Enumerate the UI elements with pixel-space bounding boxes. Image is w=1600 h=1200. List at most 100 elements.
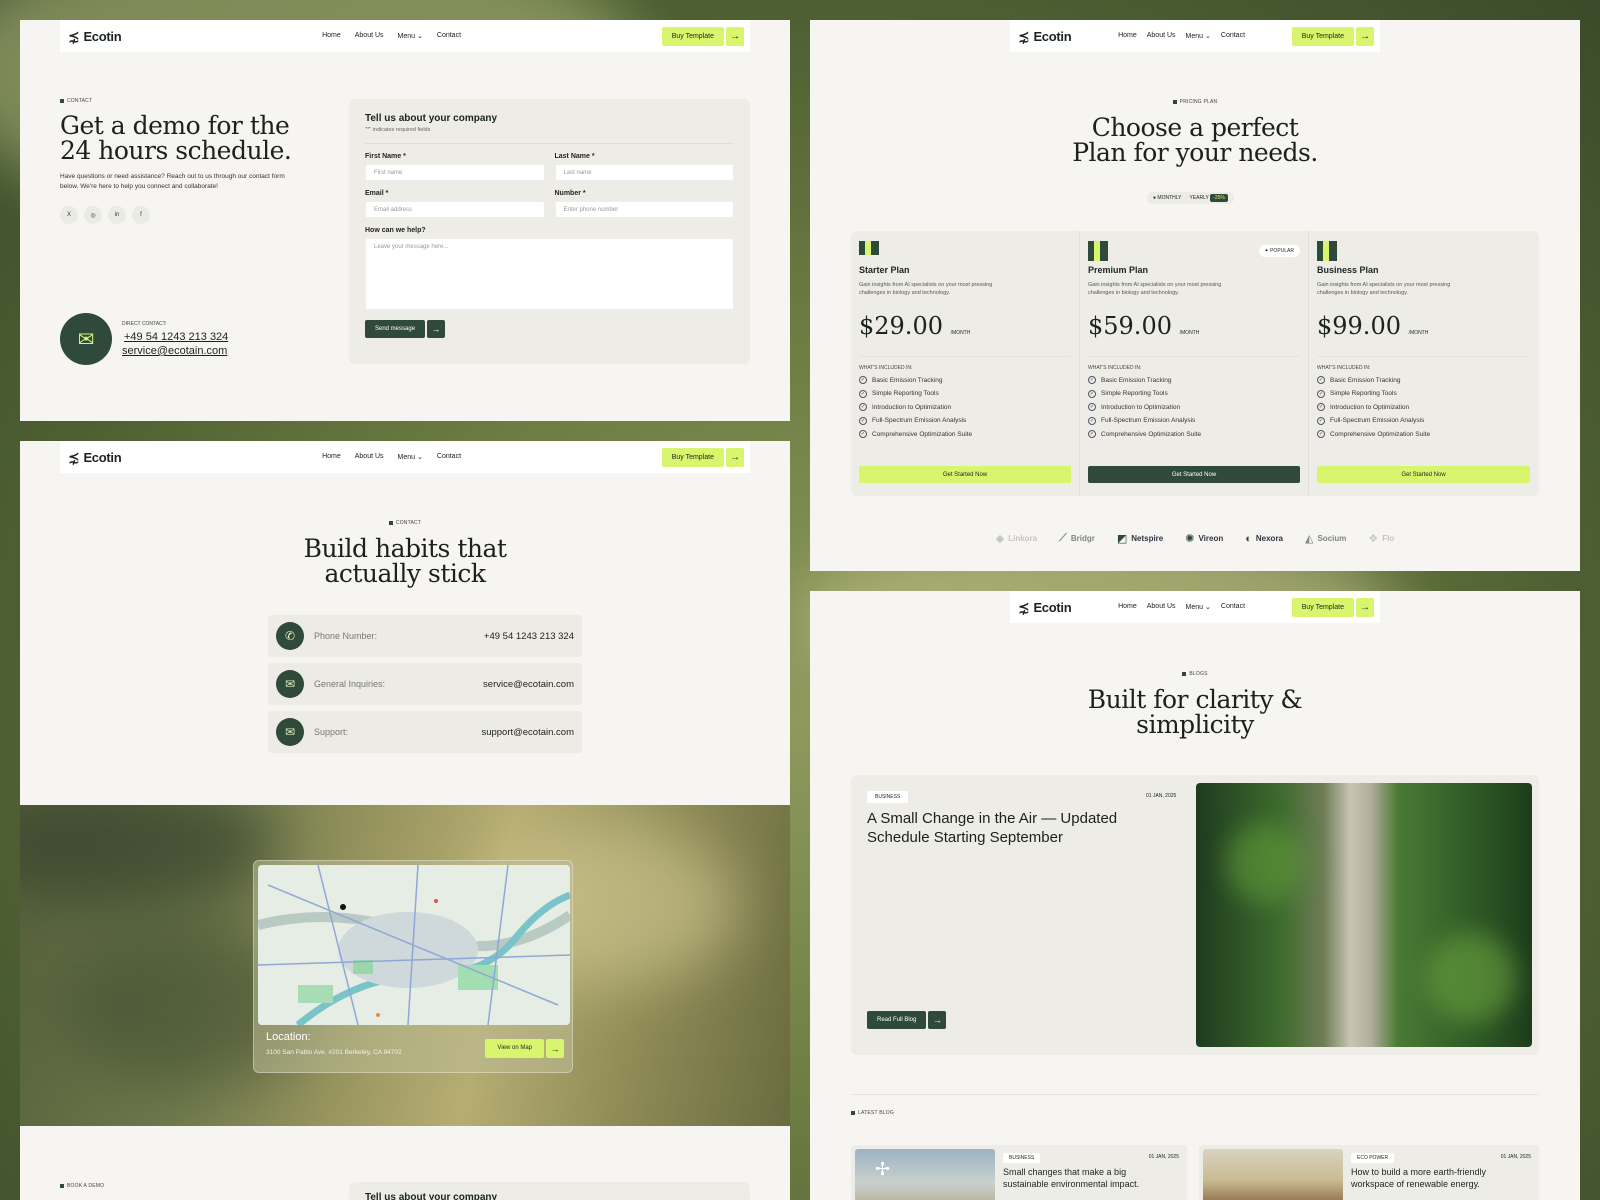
toggle-monthly[interactable]: ● MONTHLY [1153,195,1182,201]
get-started-button[interactable]: Get Started Now [1317,466,1530,483]
phone-value[interactable]: +49 54 1243 213 324 [484,631,574,642]
blog-card[interactable]: ECO POWER 01 JAN, 2025 How to build a mo… [1199,1145,1539,1200]
nav-home[interactable]: Home [1118,32,1137,40]
nav-home[interactable]: Home [322,32,341,40]
message-textarea[interactable]: Leave your message here... [365,238,734,310]
map-view[interactable] [258,865,570,1025]
buy-template-button[interactable]: Buy Template [661,26,724,46]
plan-price: $99.00 /MONTH [1317,312,1530,340]
feature-item: ✓ Basic Emission Tracking [859,376,1071,384]
logo[interactable]: ⋨ Ecotin [68,449,122,466]
nav-menu[interactable]: Menu ⌄ [1186,32,1211,40]
toggle-yearly[interactable]: YEARLY -25% [1190,194,1228,202]
last-name-field[interactable]: Last name [554,164,734,181]
direct-phone[interactable]: +49 54 1243 213 324 [124,331,228,343]
section-title-line2: Plan for your needs. [1072,138,1318,167]
facebook-icon[interactable]: f [132,206,150,224]
buy-template[interactable]: Buy Template → [661,26,744,46]
nav-home[interactable]: Home [322,453,341,461]
arrow-right-icon[interactable]: → [1356,597,1374,617]
popular-label: POPULAR [1270,248,1294,254]
number-group: Number * Enter phone number [554,190,734,218]
nav-about[interactable]: About Us [355,453,384,461]
blog-card[interactable]: ✢ BUSINESS 01 JAN, 2025 Small changes th… [851,1145,1187,1200]
read-full-blog-button[interactable]: Read Full Blog [867,1011,927,1029]
arrow-right-icon[interactable]: → [546,1039,564,1058]
buy-template-button[interactable]: Buy Template [1291,26,1354,46]
featured-title[interactable]: A Small Change in the Air — Updated Sche… [867,810,1137,848]
nav-contact[interactable]: Contact [437,453,461,461]
nav-menu[interactable]: Menu ⌄ [398,32,423,40]
arrow-right-icon[interactable]: → [928,1011,947,1029]
instagram-icon[interactable]: ◎ [84,206,102,224]
first-name-label: First Name * [365,153,406,160]
demo-panel: ⋨ Ecotin Home About Us Menu ⌄ Contact Buy… [20,20,790,421]
bottom-form-title: Tell us about your company [365,1192,498,1200]
blog-card-title[interactable]: How to build a more earth-friendly works… [1351,1167,1531,1190]
direct-email[interactable]: service@ecotain.com [122,345,228,357]
logo[interactable]: ⋨ Ecotin [68,28,122,45]
brand-icon: ✺ [1185,533,1195,545]
blog-card-title[interactable]: Small changes that make a big sustainabl… [1003,1167,1173,1190]
first-name-field[interactable]: First name [365,164,545,181]
nav-about[interactable]: About Us [1147,32,1176,40]
nav-contact[interactable]: Contact [1221,603,1245,611]
mail-icon: ✉ [276,670,304,698]
bottom-form-card: Tell us about your company [349,1182,750,1200]
billing-toggle[interactable]: ● MONTHLY YEARLY -25% [1147,192,1234,204]
arrow-right-icon[interactable]: → [726,447,744,467]
logo[interactable]: ⋨ Ecotin [1018,599,1072,616]
chevron-down-icon: ⌄ [417,33,423,40]
nav-menu-label: Menu [397,454,416,461]
buy-template-button[interactable]: Buy Template [661,447,724,467]
nav-about[interactable]: About Us [1147,603,1176,611]
buy-template-button[interactable]: Buy Template [1291,597,1354,617]
get-started-button[interactable]: Get Started Now [859,466,1071,483]
nav-menu[interactable]: Menu ⌄ [1186,603,1211,611]
top-nav: ⋨ Ecotin Home About Us Menu ⌄ Contact Buy… [60,20,750,52]
brand-icon: ⟋ [1059,532,1067,544]
buy-template[interactable]: Buy Template → [661,447,744,467]
arrow-right-icon[interactable]: → [1356,26,1374,46]
direct-contact: ✉ DIRECT CONTACT: +49 54 1243 213 324 se… [60,313,228,365]
arrow-right-icon[interactable]: → [726,26,744,46]
phone-label: Phone Number: [314,631,378,641]
chevron-down-icon: ⌄ [1205,33,1211,40]
nav-links: Home About Us Menu ⌄ Contact [1071,603,1291,611]
logo-text: Ecotin [1033,599,1072,615]
brand-logo: ✺ Vireon [1185,532,1223,545]
view-map-button[interactable]: View on Map [485,1039,544,1058]
plan-price: $29.00 /MONTH [859,312,1071,340]
top-nav: ⋨ Ecotin Home About Us Menu ⌄ Contact Buy… [1010,591,1380,623]
featured-blog-card[interactable]: BUSINESS 01 JAN, 2025 A Small Change in … [851,775,1539,1055]
nav-contact[interactable]: Contact [1221,32,1245,40]
included-label: WHAT'S INCLUDED IN: [859,355,1071,371]
sparkle-icon: ✦ [1264,248,1269,254]
logo[interactable]: ⋨ Ecotin [1018,28,1072,45]
chevron-down-icon: ⌄ [417,454,423,461]
support-row[interactable]: ✉ Support: support@ecotain.com [268,711,582,753]
number-field[interactable]: Enter phone number [554,201,734,218]
general-row[interactable]: ✉ General Inquiries: service@ecotain.com [268,663,582,705]
phone-row[interactable]: ✆ Phone Number: +49 54 1243 213 324 [268,615,582,657]
nav-contact[interactable]: Contact [437,32,461,40]
buy-template[interactable]: Buy Template → [1291,597,1374,617]
feature-text: Full-Spectrum Emission Analysis [1101,417,1196,424]
linkedin-icon[interactable]: in [108,206,126,224]
nav-menu[interactable]: Menu ⌄ [398,453,423,461]
number-label: Number * [554,190,586,197]
plan-desc: Gain insights from AI specialists on you… [1088,282,1222,297]
check-icon: ✓ [1317,430,1325,438]
arrow-right-icon[interactable]: → [427,320,446,338]
nav-home[interactable]: Home [1118,603,1137,611]
buy-template[interactable]: Buy Template → [1291,26,1374,46]
x-icon[interactable]: X [60,206,78,224]
bg-blob [1426,933,1516,1023]
email-field[interactable]: Email address [365,201,545,218]
send-message-button[interactable]: Send message [365,320,426,338]
get-started-button[interactable]: Get Started Now [1088,466,1300,483]
general-value[interactable]: service@ecotain.com [483,679,574,690]
feature-text: Basic Emission Tracking [1330,376,1401,384]
nav-about[interactable]: About Us [355,32,384,40]
support-value[interactable]: support@ecotain.com [481,727,574,738]
